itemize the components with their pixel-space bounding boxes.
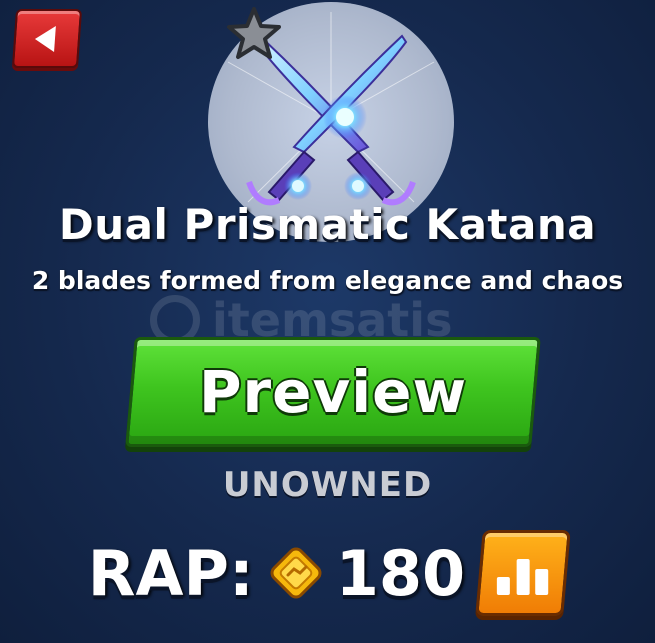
item-title: Dual Prismatic Katana [58, 200, 597, 249]
preview-button-label: Preview [198, 358, 468, 426]
item-description: 2 blades formed from elegance and chaos [31, 266, 624, 295]
bar-chart-icon-bar [496, 577, 510, 595]
rap-row: RAP: 180 [0, 528, 655, 618]
back-button[interactable] [11, 9, 83, 68]
back-arrow-icon [34, 25, 56, 52]
bar-chart-icon-bar [516, 559, 530, 595]
diamond-coin-icon [270, 547, 322, 599]
ownership-status: UNOWNED [222, 465, 433, 505]
preview-button[interactable]: Preview [125, 337, 541, 447]
rap-value: 180 [335, 536, 466, 610]
star-icon[interactable] [226, 6, 282, 60]
rap-label: RAP: [87, 536, 254, 610]
bar-chart-icon-bar [534, 569, 548, 595]
stats-button[interactable] [475, 530, 571, 616]
